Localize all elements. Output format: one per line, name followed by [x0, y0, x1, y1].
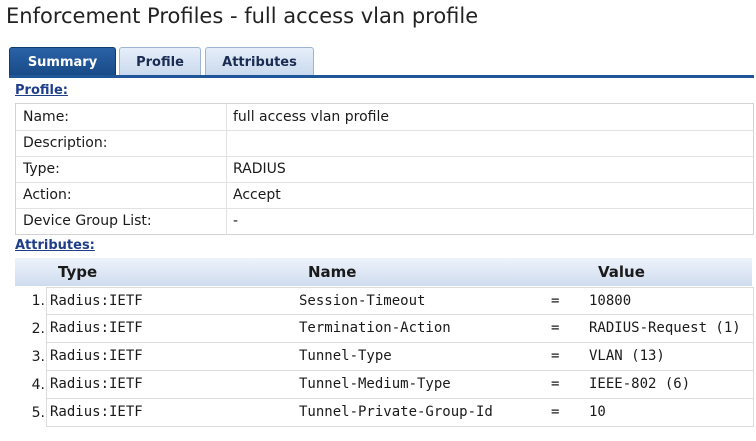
attribute-value: 10800 [589, 293, 632, 309]
column-divider [226, 156, 227, 182]
profile-row-description: Description: [16, 130, 753, 157]
profile-label: Action: [23, 187, 72, 203]
attribute-name: Tunnel-Type [299, 348, 392, 364]
attribute-value: VLAN (13) [589, 348, 665, 364]
profile-label: Type: [23, 161, 60, 177]
attribute-type: Radius:IETF [50, 376, 143, 392]
attributes-heading-link[interactable]: Attributes: [15, 238, 95, 253]
column-divider [226, 104, 227, 130]
row-cells: Radius:IETF Tunnel-Type = VLAN (13) [46, 343, 754, 371]
attribute-value: RADIUS-Request (1) [589, 320, 741, 336]
profile-heading-link[interactable]: Profile: [15, 83, 68, 98]
attribute-operator: = [551, 348, 560, 364]
attribute-name: Session-Timeout [299, 293, 426, 309]
attribute-type: Radius:IETF [50, 293, 143, 309]
attributes-table-header: Type Name Value [15, 258, 752, 286]
column-header-type: Type [58, 263, 98, 281]
tab-summary[interactable]: Summary [9, 47, 116, 76]
profile-label: Name: [23, 109, 70, 125]
row-number: 3. [31, 349, 45, 365]
row-number: 1. [31, 293, 45, 309]
tab-bar: Summary Profile Attributes [9, 47, 754, 76]
profile-label: Description: [23, 135, 108, 151]
row-cells: Radius:IETF Termination-Action = RADIUS-… [46, 315, 754, 343]
column-header-name: Name [308, 263, 357, 281]
profile-value: RADIUS [233, 161, 286, 177]
table-row: 4. Radius:IETF Tunnel-Medium-Type = IEEE… [15, 371, 754, 399]
attribute-value: IEEE-802 (6) [589, 376, 691, 392]
column-divider [226, 208, 227, 234]
tab-underline [9, 75, 754, 78]
profile-row-action: Action: Accept [16, 182, 753, 209]
table-row: 2. Radius:IETF Termination-Action = RADI… [15, 315, 754, 343]
tab-attributes[interactable]: Attributes [205, 47, 314, 76]
profile-row-type: Type: RADIUS [16, 156, 753, 183]
page-title: Enforcement Profiles - full access vlan … [6, 4, 479, 28]
table-row: 5. Radius:IETF Tunnel-Private-Group-Id =… [15, 399, 754, 427]
row-number: 4. [31, 377, 45, 393]
attribute-value: 10 [589, 404, 606, 420]
tab-profile[interactable]: Profile [119, 47, 201, 76]
column-header-value: Value [598, 263, 645, 281]
column-divider [226, 130, 227, 156]
table-row: 3. Radius:IETF Tunnel-Type = VLAN (13) [15, 343, 754, 371]
profile-row-name: Name: full access vlan profile [16, 104, 753, 131]
attribute-type: Radius:IETF [50, 348, 143, 364]
attribute-operator: = [551, 320, 560, 336]
profile-value: - [233, 213, 239, 229]
profile-label: Device Group List: [23, 213, 152, 229]
profile-value: Accept [233, 187, 281, 203]
attribute-operator: = [551, 376, 560, 392]
attribute-type: Radius:IETF [50, 320, 143, 336]
attribute-operator: = [551, 404, 560, 420]
profile-value: full access vlan profile [233, 109, 389, 125]
table-row: 1. Radius:IETF Session-Timeout = 10800 [15, 287, 754, 315]
row-cells: Radius:IETF Session-Timeout = 10800 [46, 287, 754, 315]
attribute-operator: = [551, 293, 560, 309]
row-cells: Radius:IETF Tunnel-Private-Group-Id = 10 [46, 399, 754, 427]
attribute-name: Tunnel-Medium-Type [299, 376, 451, 392]
attribute-name: Tunnel-Private-Group-Id [299, 404, 493, 420]
row-number: 5. [31, 405, 45, 421]
column-divider [226, 182, 227, 208]
row-number: 2. [31, 321, 45, 337]
attribute-type: Radius:IETF [50, 404, 143, 420]
profile-row-device-group-list: Device Group List: - [16, 208, 753, 234]
profile-table: Name: full access vlan profile Descripti… [15, 103, 754, 235]
row-cells: Radius:IETF Tunnel-Medium-Type = IEEE-80… [46, 371, 754, 399]
attribute-name: Termination-Action [299, 320, 451, 336]
